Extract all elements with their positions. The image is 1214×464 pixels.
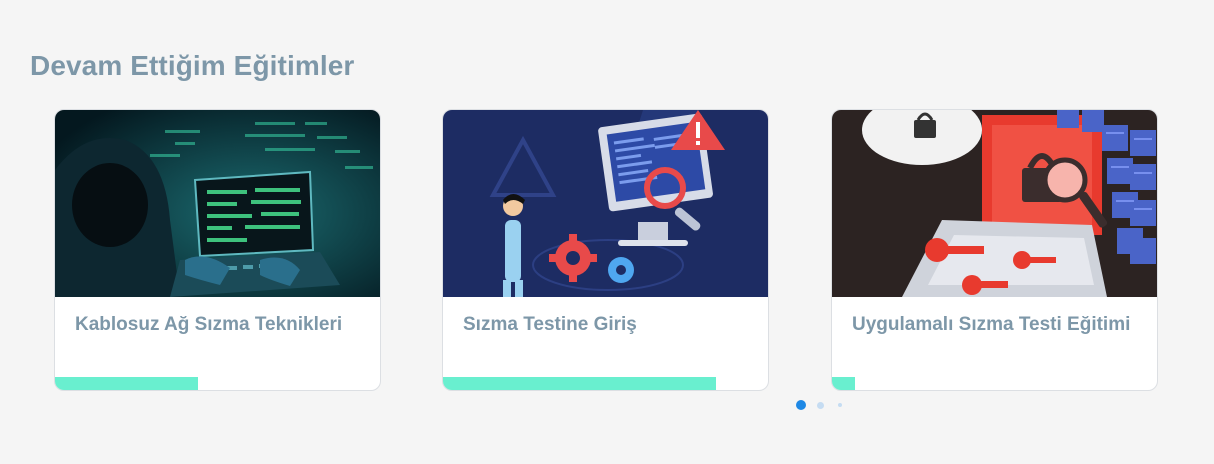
- course-progress-fill: [55, 377, 198, 390]
- course-progress-bar: [832, 377, 1157, 390]
- pagination-dot-active[interactable]: [796, 400, 806, 410]
- course-progress-bar: [55, 377, 380, 390]
- pagination-dot[interactable]: [817, 402, 824, 409]
- course-card[interactable]: Uygulamalı Sızma Testi Eğitimi: [831, 109, 1158, 391]
- course-title: Kablosuz Ağ Sızma Teknikleri: [75, 314, 343, 335]
- course-card[interactable]: Kablosuz Ağ Sızma Teknikleri: [54, 109, 381, 391]
- pentest-monitor-illustration-icon: [443, 110, 768, 297]
- course-title: Uygulamalı Sızma Testi Eğitimi: [852, 314, 1131, 335]
- course-progress-bar: [443, 377, 768, 390]
- hacker-laptop-illustration-icon: [55, 110, 380, 297]
- course-carousel: Kablosuz Ağ Sızma Teknikleri Sızma Testi…: [0, 0, 1214, 464]
- course-progress-fill: [832, 377, 855, 390]
- course-card[interactable]: Sızma Testine Giriş: [442, 109, 769, 391]
- pagination-dot[interactable]: [838, 403, 842, 407]
- course-progress-fill: [443, 377, 716, 390]
- security-keys-illustration-icon: [832, 110, 1157, 297]
- course-title: Sızma Testine Giriş: [463, 314, 637, 335]
